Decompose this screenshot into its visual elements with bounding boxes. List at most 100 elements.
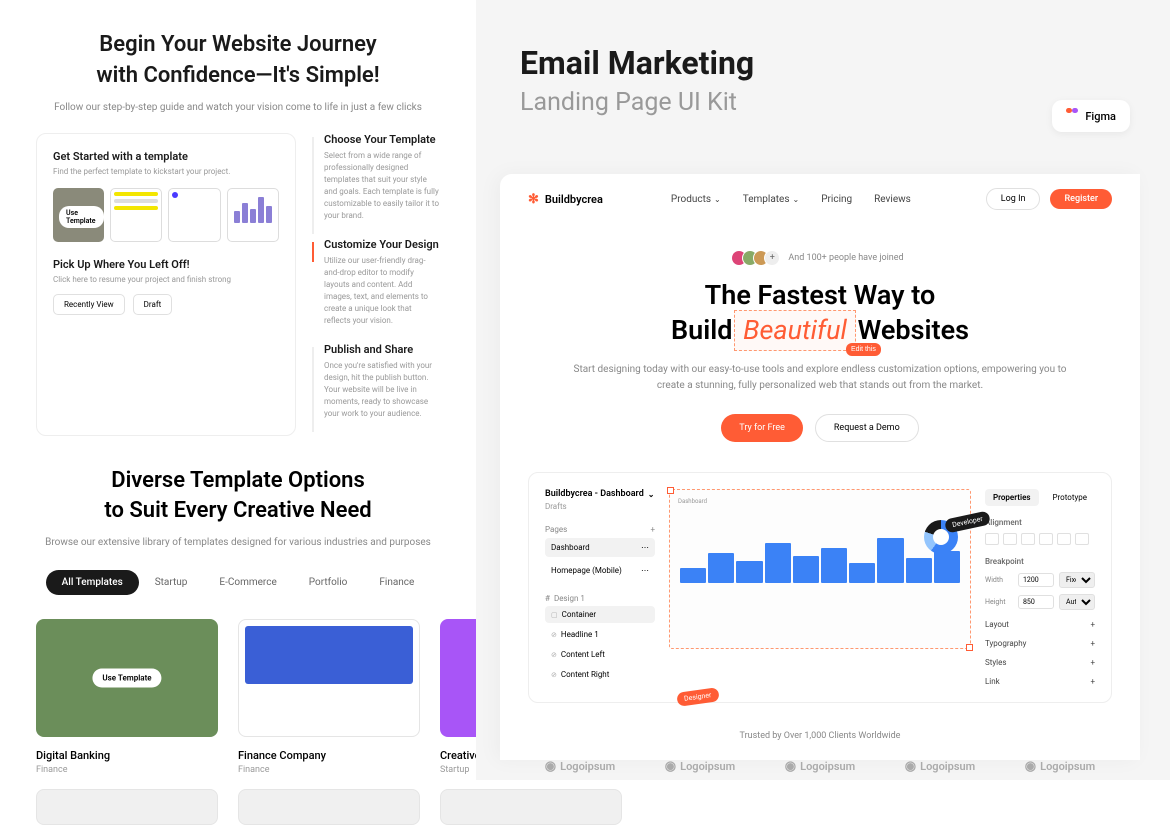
trusted-text: Trusted by Over 1,000 Clients Worldwide: [500, 731, 1140, 741]
template-thumb[interactable]: [168, 188, 221, 242]
align-left-icon[interactable]: [985, 533, 999, 545]
layer-item[interactable]: ⊘Headline 1: [545, 626, 655, 643]
more-icon[interactable]: ⋯: [641, 543, 649, 552]
align-bottom-icon[interactable]: [1075, 533, 1089, 545]
height-input[interactable]: [1018, 595, 1054, 609]
plus-icon: +: [1090, 677, 1095, 686]
template-thumb-small[interactable]: [238, 789, 420, 825]
plus-icon: +: [1090, 639, 1095, 648]
text-icon: ⊘: [551, 671, 557, 679]
nav-templates[interactable]: Templates⌄: [743, 194, 799, 205]
client-logo: Logoipsum: [545, 759, 615, 774]
add-page-icon[interactable]: +: [650, 525, 655, 534]
more-icon[interactable]: ⋯: [641, 566, 649, 575]
tab-properties[interactable]: Properties: [985, 489, 1039, 506]
layer-item[interactable]: ▢Container: [545, 606, 655, 623]
client-logo: Logoipsum: [1025, 759, 1095, 774]
avatar-more: +: [764, 250, 780, 266]
hero-headline: The Fastest Way to Build BeautifulEdit t…: [560, 278, 1080, 348]
layers-panel: Buildbycrea - Dashboard⌄ Drafts Pages+ D…: [545, 489, 655, 686]
tab-startup[interactable]: Startup: [139, 570, 204, 595]
step-publish[interactable]: Publish and ShareOnce you're satisfied w…: [316, 343, 440, 420]
height-mode-select[interactable]: Auto: [1059, 594, 1095, 610]
template-thumb-small[interactable]: [36, 789, 218, 825]
client-logo: Logoipsum: [785, 759, 855, 774]
recently-view-button[interactable]: Recently View: [53, 294, 125, 315]
tab-portfolio[interactable]: Portfolio: [293, 570, 364, 595]
login-button[interactable]: Log In: [986, 188, 1041, 210]
align-middle-icon[interactable]: [1057, 533, 1071, 545]
draft-button[interactable]: Draft: [133, 294, 173, 315]
user-avatars: +: [736, 250, 780, 266]
layer-item[interactable]: ⊘Content Right: [545, 666, 655, 683]
brand-logo[interactable]: ✻Buildbycrea: [528, 192, 603, 207]
page-item[interactable]: Dashboard⋯: [545, 538, 655, 557]
highlight-word[interactable]: BeautifulEdit this: [739, 313, 851, 348]
frame-icon: #: [545, 594, 550, 603]
styles-section[interactable]: Styles+: [985, 658, 1095, 667]
edit-tag[interactable]: Edit this: [846, 343, 881, 356]
try-free-button[interactable]: Try for Free: [721, 414, 803, 442]
link-section[interactable]: Link+: [985, 677, 1095, 686]
register-button[interactable]: Register: [1050, 189, 1112, 209]
template-card[interactable]: Use Template Digital Banking Finance: [36, 619, 218, 775]
get-started-card: Get Started with a template Find the per…: [36, 133, 296, 436]
card-title: Get Started with a template: [53, 150, 279, 163]
template-category: Finance: [36, 765, 218, 775]
tab-ecommerce[interactable]: E-Commerce: [203, 570, 292, 595]
use-template-button[interactable]: Use Template: [59, 206, 104, 228]
page-item[interactable]: Homepage (Mobile)⋯: [545, 561, 655, 580]
hero-sub: Start designing today with our easy-to-u…: [560, 362, 1080, 394]
alignment-label: Alignment: [985, 518, 1095, 527]
template-card[interactable]: Finance Company Finance: [238, 619, 420, 775]
width-mode-select[interactable]: Fixed: [1059, 572, 1095, 588]
journey-subtitle: Follow our step-by-step guide and watch …: [36, 102, 440, 113]
template-tabs: All Templates Startup E-Commerce Portfol…: [0, 570, 476, 595]
plus-icon: +: [1090, 620, 1095, 629]
template-category: Finance: [238, 765, 420, 775]
product-subtitle: Landing Page UI Kit: [520, 88, 1126, 117]
pickup-sub: Click here to resume your project and fi…: [53, 275, 279, 284]
selected-frame[interactable]: Dashboard Developer: [669, 489, 971, 649]
template-thumb[interactable]: Use Template: [53, 188, 104, 242]
align-right-icon[interactable]: [1021, 533, 1035, 545]
step-customize[interactable]: Customize Your DesignUtilize our user-fr…: [316, 238, 440, 327]
tab-all[interactable]: All Templates: [46, 570, 139, 595]
client-logo: Logoipsum: [905, 759, 975, 774]
nav-products[interactable]: Products⌄: [671, 194, 721, 205]
layout-section[interactable]: Layout+: [985, 620, 1095, 629]
width-input[interactable]: [1018, 573, 1054, 587]
nav-pricing[interactable]: Pricing: [821, 194, 852, 205]
chevron-down-icon: ⌄: [793, 195, 800, 204]
typography-section[interactable]: Typography+: [985, 639, 1095, 648]
template-thumb-small[interactable]: [440, 789, 622, 825]
align-top-icon[interactable]: [1039, 533, 1053, 545]
template-thumb[interactable]: [227, 188, 280, 242]
developer-cursor-badge: Developer: [944, 511, 991, 534]
template-thumb[interactable]: [110, 188, 163, 242]
product-title: Email Marketing: [520, 44, 1126, 82]
chevron-down-icon: ⌄: [714, 195, 721, 204]
pages-label: Pages: [545, 525, 567, 534]
request-demo-button[interactable]: Request a Demo: [815, 414, 919, 442]
tab-finance[interactable]: Finance: [363, 570, 430, 595]
chevron-down-icon: ⌄: [648, 490, 655, 499]
align-center-icon[interactable]: [1003, 533, 1017, 545]
canvas-area[interactable]: Dashboard Developer Designer: [669, 489, 971, 686]
template-name: Digital Banking: [36, 749, 218, 762]
nav-reviews[interactable]: Reviews: [874, 194, 911, 205]
layer-item[interactable]: ⊘Content Left: [545, 646, 655, 663]
breakpoint-label: Breakpoint: [985, 557, 1095, 566]
joined-text: And 100+ people have joined: [788, 253, 903, 263]
designer-cursor-badge: Designer: [676, 687, 719, 707]
card-sub: Find the perfect template to kickstart y…: [53, 167, 279, 176]
logo-icon: ✻: [528, 192, 539, 207]
plus-icon: +: [1090, 658, 1095, 667]
use-template-button[interactable]: Use Template: [92, 669, 161, 688]
properties-panel: Properties Prototype Alignment Breakpoin…: [985, 489, 1095, 686]
tab-prototype[interactable]: Prototype: [1045, 489, 1095, 506]
file-name[interactable]: Buildbycrea - Dashboard⌄: [545, 489, 655, 499]
journey-title: Begin Your Website Journeywith Confidenc…: [36, 30, 440, 92]
templates-title: Diverse Template Optionsto Suit Every Cr…: [36, 466, 440, 528]
step-choose-template[interactable]: Choose Your TemplateSelect from a wide r…: [316, 133, 440, 222]
